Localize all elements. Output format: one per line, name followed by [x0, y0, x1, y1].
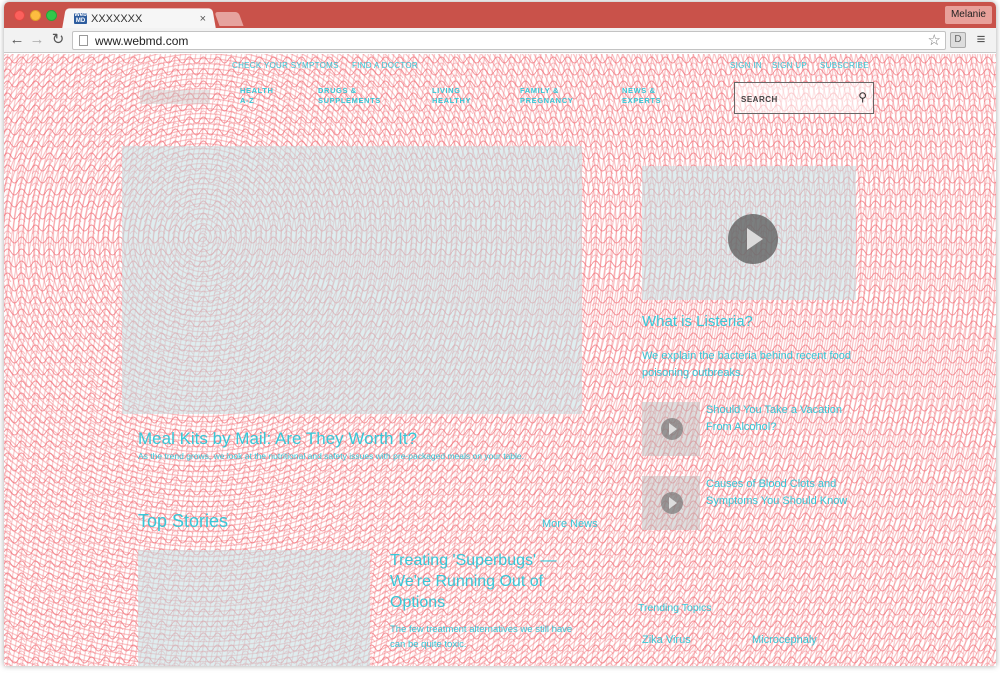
hero-headline[interactable]: Meal Kits by Mail: Are They Worth It? [138, 429, 417, 449]
nav-label: LIVING [432, 86, 461, 95]
trending-item[interactable]: Zika Virus [642, 634, 691, 646]
page-viewport: CHECK YOUR SYMPTOMS FIND A DOCTOR SIGN I… [4, 54, 996, 666]
nav-health-az[interactable]: HEALTH A-Z [240, 86, 273, 106]
play-triangle [669, 497, 677, 509]
reload-icon[interactable]: ↻ [49, 31, 67, 49]
find-doctor-link[interactable]: FIND A DOCTOR [352, 61, 418, 70]
video-title[interactable]: What is Listeria? [642, 313, 753, 330]
story-headline[interactable]: Treating 'Superbugs' — We're Running Out… [390, 550, 580, 613]
back-arrow-icon[interactable]: ← [8, 31, 26, 49]
minimize-window-button[interactable] [30, 10, 41, 21]
search-placeholder: SEARCH [741, 95, 778, 104]
close-window-button[interactable] [14, 10, 25, 21]
check-symptoms-link[interactable]: CHECK YOUR SYMPTOMS [232, 61, 339, 70]
nav-label: A-Z [240, 96, 255, 105]
webmd-logo[interactable] [140, 90, 210, 104]
search-icon[interactable]: ⚲ [858, 90, 867, 104]
profile-button[interactable]: Melanie [944, 6, 992, 24]
side-video-thumbnail[interactable] [642, 402, 700, 456]
forward-arrow-icon[interactable]: → [28, 31, 46, 49]
nav-label: EXPERTS [622, 96, 662, 105]
page-icon [79, 35, 88, 46]
sign-up-link[interactable]: SIGN UP [772, 61, 807, 70]
nav-living-healthy[interactable]: LIVING HEALTHY [432, 86, 471, 106]
nav-news-experts[interactable]: NEWS & EXPERTS [622, 86, 661, 106]
nav-label: HEALTH [240, 86, 274, 95]
sign-in-link[interactable]: SIGN IN [730, 61, 762, 70]
nav-label: PREGNANCY [520, 96, 574, 105]
side-link-alcohol[interactable]: Should You Take a Vacation From Alcohol? [706, 402, 866, 436]
tab-title: XXXXXXX [91, 12, 143, 25]
nav-label: SUPPLEMENTS [318, 96, 381, 105]
maximize-window-button[interactable] [46, 10, 57, 21]
browser-window: Web MD XXXXXXX × Melanie ← → ↻ www.webmd… [4, 2, 996, 666]
play-icon [661, 492, 683, 514]
new-tab-button[interactable] [214, 12, 244, 26]
close-tab-icon[interactable]: × [200, 13, 206, 25]
video-description[interactable]: We explain the bacteria behind recent fo… [642, 348, 852, 382]
extension-icon[interactable]: D [950, 32, 966, 48]
search-input[interactable]: SEARCH ⚲ [734, 82, 874, 114]
play-icon[interactable] [728, 214, 778, 264]
play-triangle [747, 228, 763, 250]
url-text[interactable]: www.webmd.com [95, 34, 188, 48]
browser-toolbar: ← → ↻ www.webmd.com ☆ D ≡ [4, 28, 996, 53]
active-tab[interactable]: Web MD XXXXXXX × [68, 9, 210, 28]
trending-heading: Trending Topics [638, 602, 712, 614]
chrome-menu-icon[interactable]: ≡ [972, 31, 990, 49]
webmd-favicon-icon: Web MD [74, 12, 87, 24]
play-icon [661, 418, 683, 440]
more-news-link[interactable]: More News [542, 518, 598, 530]
title-bar: Web MD XXXXXXX × Melanie [4, 2, 996, 29]
hero-image[interactable] [122, 146, 582, 414]
nav-label: DRUGS & [318, 86, 357, 95]
hero-subtitle: As the trend grows, we look at the nutri… [138, 451, 525, 461]
trending-item[interactable]: Microcephaly [752, 634, 817, 646]
nav-label: NEWS & [622, 86, 656, 95]
side-video-thumbnail[interactable] [642, 476, 700, 530]
nav-label: FAMILY & [520, 86, 559, 95]
address-bar[interactable]: www.webmd.com ☆ [72, 31, 946, 50]
story-description: The few treatment alternatives we still … [390, 624, 573, 650]
nav-label: HEALTHY [432, 96, 472, 105]
play-triangle [669, 423, 677, 435]
bookmark-star-icon[interactable]: ☆ [928, 31, 941, 49]
nav-drugs-supplements[interactable]: DRUGS & SUPPLEMENTS [318, 86, 381, 106]
subscribe-link[interactable]: SUBSCRIBE [820, 61, 869, 70]
nav-family-pregnancy[interactable]: FAMILY & PREGNANCY [520, 86, 573, 106]
side-link-blood-clots[interactable]: Causes of Blood Clots and Symptoms You S… [706, 476, 866, 510]
story-image[interactable] [138, 550, 370, 666]
top-stories-heading: Top Stories [138, 511, 229, 531]
